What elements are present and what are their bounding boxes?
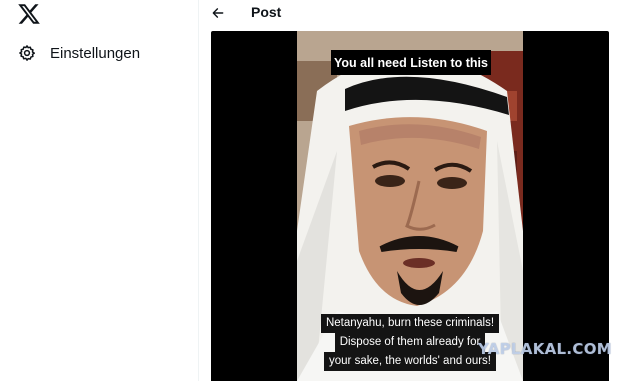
- video-caption-top: You all need Listen to this: [331, 50, 491, 75]
- x-logo-icon[interactable]: [17, 2, 41, 26]
- video-player[interactable]: You all need Listen to this Netanyahu, b…: [211, 31, 609, 381]
- caption-line: Dispose of them already for: [334, 333, 486, 352]
- sidebar-item-einstellungen[interactable]: Einstellungen: [12, 38, 146, 68]
- sidebar-item-label: Einstellungen: [50, 44, 141, 62]
- back-button[interactable]: [209, 4, 227, 22]
- sidebar: Einstellungen: [0, 0, 199, 381]
- main-column: Post You all need Listen to this Netanya…: [199, 0, 628, 381]
- caption-line: your sake, the worlds' and ours!: [324, 352, 496, 371]
- page-title: Post: [251, 4, 282, 20]
- page: Einstellungen Post You all need Listen t…: [0, 0, 640, 381]
- arrow-left-icon: [212, 8, 224, 18]
- post-header: Post: [199, 0, 628, 26]
- gear-icon: [18, 44, 36, 62]
- caption-line: Netanyahu, burn these criminals!: [320, 314, 500, 333]
- watermark: YAPLAKAL.COM: [478, 340, 612, 358]
